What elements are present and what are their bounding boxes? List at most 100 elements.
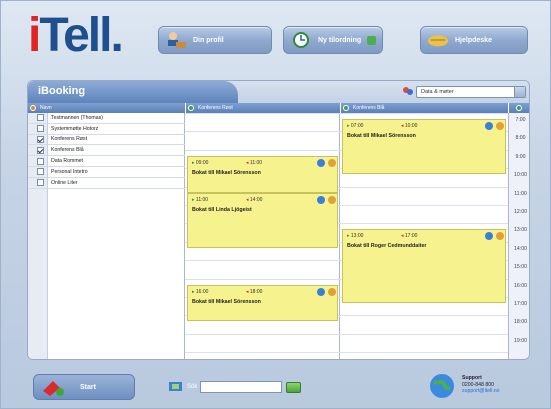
list-item[interactable]: Data Rommet bbox=[28, 156, 185, 167]
room2-column-header[interactable]: Konferens Blå bbox=[340, 103, 508, 113]
room1-column-label: Konferens Røst bbox=[198, 105, 233, 111]
list-item[interactable]: Testmannen (Thomas) bbox=[28, 113, 185, 124]
room2-header-icon bbox=[343, 105, 349, 111]
event-end-time: 18:00 bbox=[249, 288, 263, 295]
event-start-marker: ▸ 13:00 bbox=[347, 233, 364, 240]
event-start-time: 13:00 bbox=[350, 233, 364, 240]
search-icon bbox=[168, 380, 184, 394]
grid-line bbox=[185, 113, 340, 114]
people-header-icon bbox=[30, 105, 36, 111]
dropdown-arrow-icon bbox=[367, 35, 377, 45]
event-start-marker: ▸ 11:00 bbox=[192, 196, 209, 203]
grid-line bbox=[185, 260, 340, 262]
person-checkbox[interactable] bbox=[37, 135, 44, 143]
helpdesk-button[interactable]: Hjelpdeske bbox=[420, 26, 528, 54]
edit-icon[interactable] bbox=[317, 158, 325, 167]
room2-schedule: ▸ 07:00 ◂ 10:00 Bokat till Mikael Sörensso… bbox=[340, 113, 508, 359]
hour-label: 14:00 bbox=[514, 245, 527, 252]
delete-icon[interactable] bbox=[328, 195, 336, 204]
grid-line bbox=[185, 278, 340, 280]
event-end-time: 14:00 bbox=[249, 196, 263, 203]
handshake-icon bbox=[427, 29, 449, 51]
person-checkbox[interactable] bbox=[37, 146, 44, 154]
delete-icon[interactable] bbox=[496, 232, 504, 241]
event-start-time: 11:00 bbox=[195, 196, 209, 203]
booking-event[interactable]: ▸ 11:00 ◂ 14:00 Bokat till Linda Ljögeist bbox=[187, 192, 338, 248]
profile-button[interactable]: Din profil bbox=[158, 26, 272, 54]
grid-line bbox=[185, 131, 340, 133]
booking-event[interactable]: ▸ 16:00 ◂ 18:00 Bokat till Mikael Sörensso… bbox=[187, 284, 338, 322]
room1-schedule: ▸ 09:00 ◂ 11:00 Bokat till Mikael Sörensso… bbox=[185, 113, 340, 359]
start-button[interactable]: Start bbox=[33, 374, 135, 400]
list-item[interactable]: Konferens Røst bbox=[28, 135, 185, 146]
edit-icon[interactable] bbox=[317, 287, 325, 296]
person-checkbox[interactable] bbox=[37, 179, 44, 187]
grid-line bbox=[340, 186, 508, 188]
person-name: Konferens Røst bbox=[51, 136, 88, 143]
event-end-time: 11:00 bbox=[249, 159, 263, 166]
delete-icon[interactable] bbox=[496, 122, 504, 130]
hour-label: 18:00 bbox=[514, 319, 527, 326]
people-column-label: Navn bbox=[40, 105, 52, 111]
person-checkbox[interactable] bbox=[37, 125, 44, 133]
filter-select[interactable]: Data & møter bbox=[416, 86, 526, 98]
grid-line bbox=[340, 333, 508, 335]
person-checkbox[interactable] bbox=[37, 168, 44, 176]
new-assignment-button[interactable]: Ny tilordning bbox=[283, 26, 383, 54]
logo-text: Tell. bbox=[39, 9, 123, 62]
hour-label: 15:00 bbox=[514, 264, 527, 271]
people-filter-icon bbox=[402, 86, 413, 97]
start-label: Start bbox=[80, 383, 96, 391]
hours-header-icon bbox=[516, 105, 522, 111]
itell-logo: i Tell. bbox=[28, 9, 124, 64]
list-item[interactable]: Konferens Blå bbox=[28, 145, 185, 157]
event-title: Bokat till Roger Cedmunddaiter bbox=[347, 243, 427, 250]
search-go-button[interactable] bbox=[286, 381, 302, 393]
search-input[interactable] bbox=[200, 381, 283, 393]
delete-icon[interactable] bbox=[328, 158, 336, 167]
booking-event[interactable]: ▸ 13:00 ◂ 17:00 Bokat till Roger Cedmundda… bbox=[342, 229, 506, 303]
hour-label: 8:00 bbox=[515, 135, 526, 142]
person-name: Data Rommet bbox=[51, 158, 83, 165]
person-name: Testmannen (Thomas) bbox=[51, 114, 103, 121]
event-title: Bokat till Linda Ljögeist bbox=[192, 206, 252, 213]
event-end-time: 10:00 bbox=[404, 123, 418, 129]
clock-plus-icon bbox=[290, 29, 312, 51]
person-checkbox[interactable] bbox=[37, 114, 44, 122]
page-title: iBooking bbox=[38, 85, 86, 97]
hour-label: 11:00 bbox=[514, 190, 527, 197]
event-start-marker: ▸ 09:00 bbox=[192, 159, 209, 166]
logo-i: i bbox=[28, 9, 41, 62]
globe-icon bbox=[428, 372, 456, 400]
chevron-down-icon[interactable] bbox=[514, 87, 525, 97]
room1-column-header[interactable]: Konferens Røst bbox=[185, 103, 340, 113]
grid-line bbox=[185, 352, 340, 354]
person-checkbox[interactable] bbox=[37, 157, 44, 165]
edit-icon[interactable] bbox=[317, 195, 325, 204]
person-desk-icon bbox=[165, 29, 187, 51]
grid-line bbox=[340, 223, 508, 225]
hour-label: 13:00 bbox=[514, 227, 527, 234]
list-item[interactable]: Systemmøtte Hotorz bbox=[28, 124, 185, 135]
booking-event[interactable]: ▸ 09:00 ◂ 11:00 Bokat till Mikael Sörensso… bbox=[187, 155, 338, 193]
grid-line bbox=[340, 352, 508, 354]
delete-icon[interactable] bbox=[328, 287, 336, 296]
grid-line bbox=[185, 333, 340, 335]
list-item[interactable]: Online Liter bbox=[28, 178, 185, 189]
support-email-link[interactable]: support@itell.no bbox=[462, 388, 500, 395]
booking-event[interactable]: ▸ 07:00 ◂ 10:00 Bokat till Mikael Sörensso… bbox=[342, 119, 506, 175]
person-name: Personal Intetro bbox=[51, 168, 88, 175]
grid-line bbox=[340, 113, 508, 114]
event-start-marker: ▸ 07:00 bbox=[347, 123, 364, 129]
booking-panel: iBooking Data & møter Navn Konferens Røs… bbox=[27, 80, 530, 360]
hour-label: 7:00 bbox=[515, 117, 526, 123]
hour-label: 16:00 bbox=[514, 282, 527, 289]
list-item[interactable]: Personal Intetro bbox=[28, 167, 185, 178]
edit-icon[interactable] bbox=[485, 122, 493, 130]
person-name: Systemmøtte Hotorz bbox=[51, 125, 99, 132]
event-start-time: 07:00 bbox=[350, 123, 364, 129]
person-name: Konferens Blå bbox=[51, 147, 84, 154]
edit-icon[interactable] bbox=[485, 232, 493, 241]
room2-column-label: Konferens Blå bbox=[353, 105, 385, 111]
event-title: Bokat till Mikael Sörensson bbox=[192, 298, 261, 305]
